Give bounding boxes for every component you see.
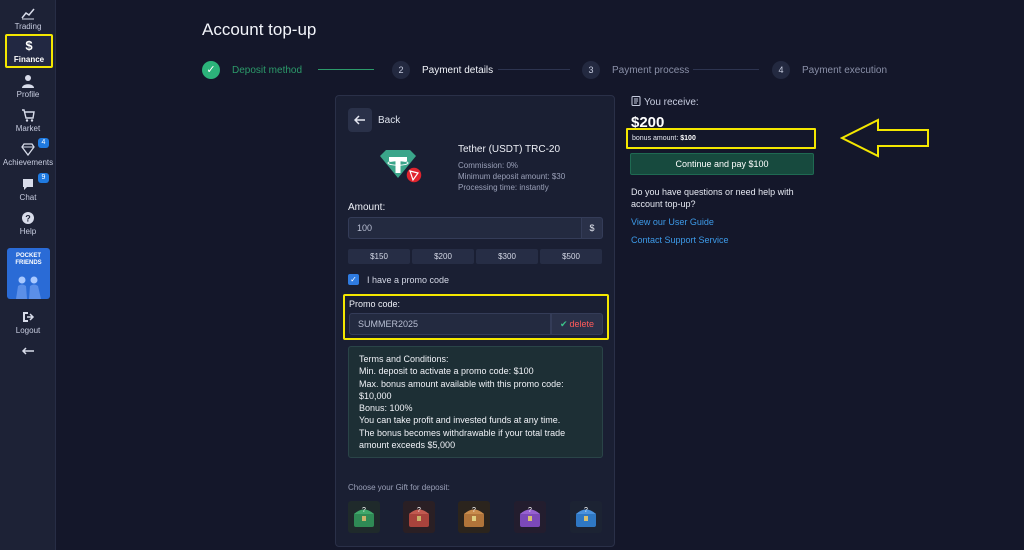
- gift-chest-orange[interactable]: ?: [458, 501, 490, 533]
- step-deposit-method[interactable]: ✓ Deposit method: [202, 60, 302, 80]
- preset-amount-button[interactable]: $200: [412, 249, 474, 264]
- user-icon: [21, 74, 35, 88]
- step-connector: [318, 69, 374, 70]
- diamond-icon: [21, 142, 35, 157]
- terms-line: Min. deposit to activate a promo code: $…: [359, 366, 534, 377]
- svg-text:?: ?: [584, 507, 588, 514]
- amount-input[interactable]: [348, 217, 592, 239]
- sidebar-item-finance[interactable]: $ Finance: [5, 34, 53, 68]
- friends-illustration-icon: [16, 276, 41, 299]
- gift-chest-red[interactable]: ?: [403, 501, 435, 533]
- sidebar-item-logout[interactable]: Logout: [0, 310, 56, 335]
- gift-chest-icon: ?: [458, 501, 490, 533]
- help-question: Do you have questions or need help with …: [631, 187, 794, 209]
- step-payment-execution: 4 Payment execution: [772, 60, 887, 80]
- chat-badge: 9: [38, 173, 49, 183]
- bonus-amount: bonus amount: $100: [626, 128, 816, 149]
- user-guide-link[interactable]: View our User Guide: [631, 217, 714, 227]
- terms-line: You can take profit and invested funds a…: [359, 415, 561, 426]
- promo-delete-button[interactable]: ✔ delete: [551, 313, 603, 335]
- gift-chest-icon: ?: [514, 501, 546, 533]
- help-icon: ?: [21, 211, 35, 225]
- arrow-left-icon: [353, 115, 365, 125]
- promo-code-checkbox[interactable]: ✓: [348, 274, 359, 285]
- gift-chest-icon: ?: [570, 501, 602, 533]
- achievements-badge: 4: [38, 138, 49, 148]
- receive-label: You receive:: [631, 96, 699, 108]
- annotation-arrow-icon: [840, 118, 929, 158]
- page-title: Account top-up: [202, 20, 317, 39]
- check-icon: ✓: [202, 61, 220, 79]
- promo-code-section: Promo code: ✔delete: [343, 294, 609, 340]
- tether-trc20-icon: [380, 150, 423, 184]
- sidebar-item-trading[interactable]: Trading: [0, 6, 56, 31]
- chart-line-icon: [21, 6, 35, 20]
- terms-line: Bonus: 100%: [359, 403, 413, 414]
- sidebar-collapse-button[interactable]: [0, 344, 56, 360]
- gift-chest-purple[interactable]: ?: [514, 501, 546, 533]
- sidebar-item-market[interactable]: Market: [0, 108, 56, 133]
- back-button[interactable]: [348, 108, 372, 132]
- svg-text:?: ?: [472, 507, 476, 514]
- step-connector: [693, 69, 759, 70]
- amount-label: Amount:: [348, 202, 386, 213]
- pocket-friends-card[interactable]: POCKET FRIENDS: [7, 248, 50, 299]
- gift-label: Choose your Gift for deposit:: [348, 483, 450, 492]
- continue-and-pay-button[interactable]: Continue and pay $100: [630, 153, 814, 175]
- step-payment-process: 3 Payment process: [582, 60, 689, 80]
- processing-time-text: Processing time: instantly: [458, 183, 549, 192]
- sidebar-item-help[interactable]: ? Help: [0, 211, 56, 236]
- svg-text:?: ?: [362, 507, 366, 514]
- sidebar-item-profile[interactable]: Profile: [0, 74, 56, 99]
- sidebar-item-chat[interactable]: 9 Chat: [0, 173, 56, 202]
- svg-text:?: ?: [25, 214, 31, 224]
- min-deposit-text: Minimum deposit amount: $30: [458, 172, 566, 181]
- terms-title: Terms and Conditions:: [359, 354, 449, 364]
- back-label[interactable]: Back: [378, 115, 400, 126]
- check-icon: ✔: [559, 319, 568, 329]
- arrow-left-icon: [21, 344, 35, 358]
- svg-text:?: ?: [417, 507, 421, 514]
- gift-chest-green[interactable]: ?: [348, 501, 380, 533]
- sidebar-item-achievements[interactable]: 4 Achievements: [0, 138, 56, 167]
- logout-icon: [21, 310, 35, 324]
- currency-button[interactable]: $: [581, 217, 603, 239]
- commission-text: Commission: 0%: [458, 161, 519, 170]
- promo-code-checkbox-label[interactable]: I have a promo code: [367, 275, 449, 285]
- contact-support-link[interactable]: Contact Support Service: [631, 235, 729, 245]
- coin-name: Tether (USDT) TRC-20: [458, 144, 561, 155]
- preset-amount-button[interactable]: $500: [540, 249, 602, 264]
- terms-box: Terms and Conditions: Min. deposit to ac…: [348, 346, 603, 458]
- step-payment-details: 2 Payment details: [392, 60, 493, 80]
- chat-icon: [21, 177, 35, 191]
- gift-chest-icon: ?: [348, 501, 380, 533]
- gift-chest-icon: ?: [403, 501, 435, 533]
- receipt-icon: [631, 96, 641, 106]
- sidebar: Trading $ Finance Profile Market 4 Achie…: [0, 0, 56, 550]
- cart-icon: [21, 108, 35, 122]
- payment-details-card: Back Tether (USDT) TRC-20 Commission: 0%…: [335, 95, 615, 547]
- terms-line: Max. bonus amount available with this pr…: [359, 378, 564, 401]
- svg-text:?: ?: [528, 507, 532, 514]
- step-connector: [498, 69, 570, 70]
- dollar-icon: $: [25, 38, 33, 53]
- terms-line: The bonus becomes withdrawable if your t…: [359, 427, 566, 451]
- preset-amount-button[interactable]: $300: [476, 249, 538, 264]
- preset-amount-button[interactable]: $150: [348, 249, 410, 264]
- gift-chest-blue[interactable]: ?: [570, 501, 602, 533]
- promo-code-input[interactable]: [349, 313, 551, 335]
- promo-code-label: Promo code:: [349, 299, 401, 309]
